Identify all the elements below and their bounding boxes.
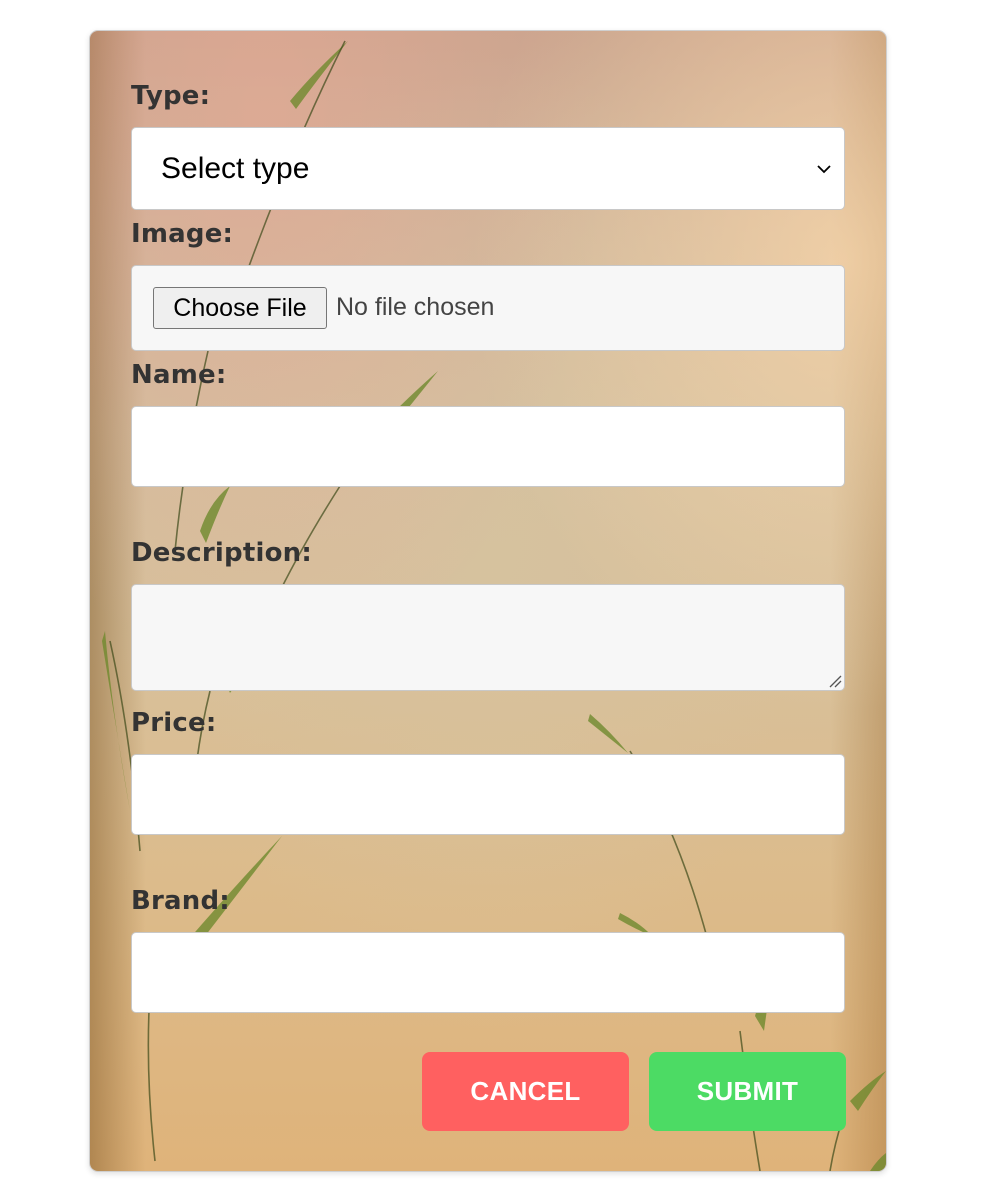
type-select[interactable]: Select type <box>131 127 845 210</box>
type-label: Type: <box>131 81 211 111</box>
brand-input[interactable] <box>131 932 845 1013</box>
type-select-value: Select type <box>161 152 310 185</box>
image-label: Image: <box>131 219 234 249</box>
description-textarea[interactable] <box>131 584 845 691</box>
image-file-input[interactable]: Choose File No file chosen <box>131 265 845 351</box>
choose-file-button[interactable]: Choose File <box>153 287 327 329</box>
price-input[interactable] <box>131 754 845 835</box>
chevron-down-icon <box>817 165 831 174</box>
description-label: Description: <box>131 538 312 568</box>
file-status-text: No file chosen <box>336 293 495 321</box>
submit-button[interactable]: SUBMIT <box>649 1052 846 1131</box>
name-label: Name: <box>131 360 227 390</box>
product-form-card: Type: Select type Image: Choose File No … <box>89 30 887 1172</box>
name-input[interactable] <box>131 406 845 487</box>
price-label: Price: <box>131 708 217 738</box>
brand-label: Brand: <box>131 886 230 916</box>
cancel-button[interactable]: CANCEL <box>422 1052 629 1131</box>
resize-grip-icon[interactable] <box>828 674 842 688</box>
